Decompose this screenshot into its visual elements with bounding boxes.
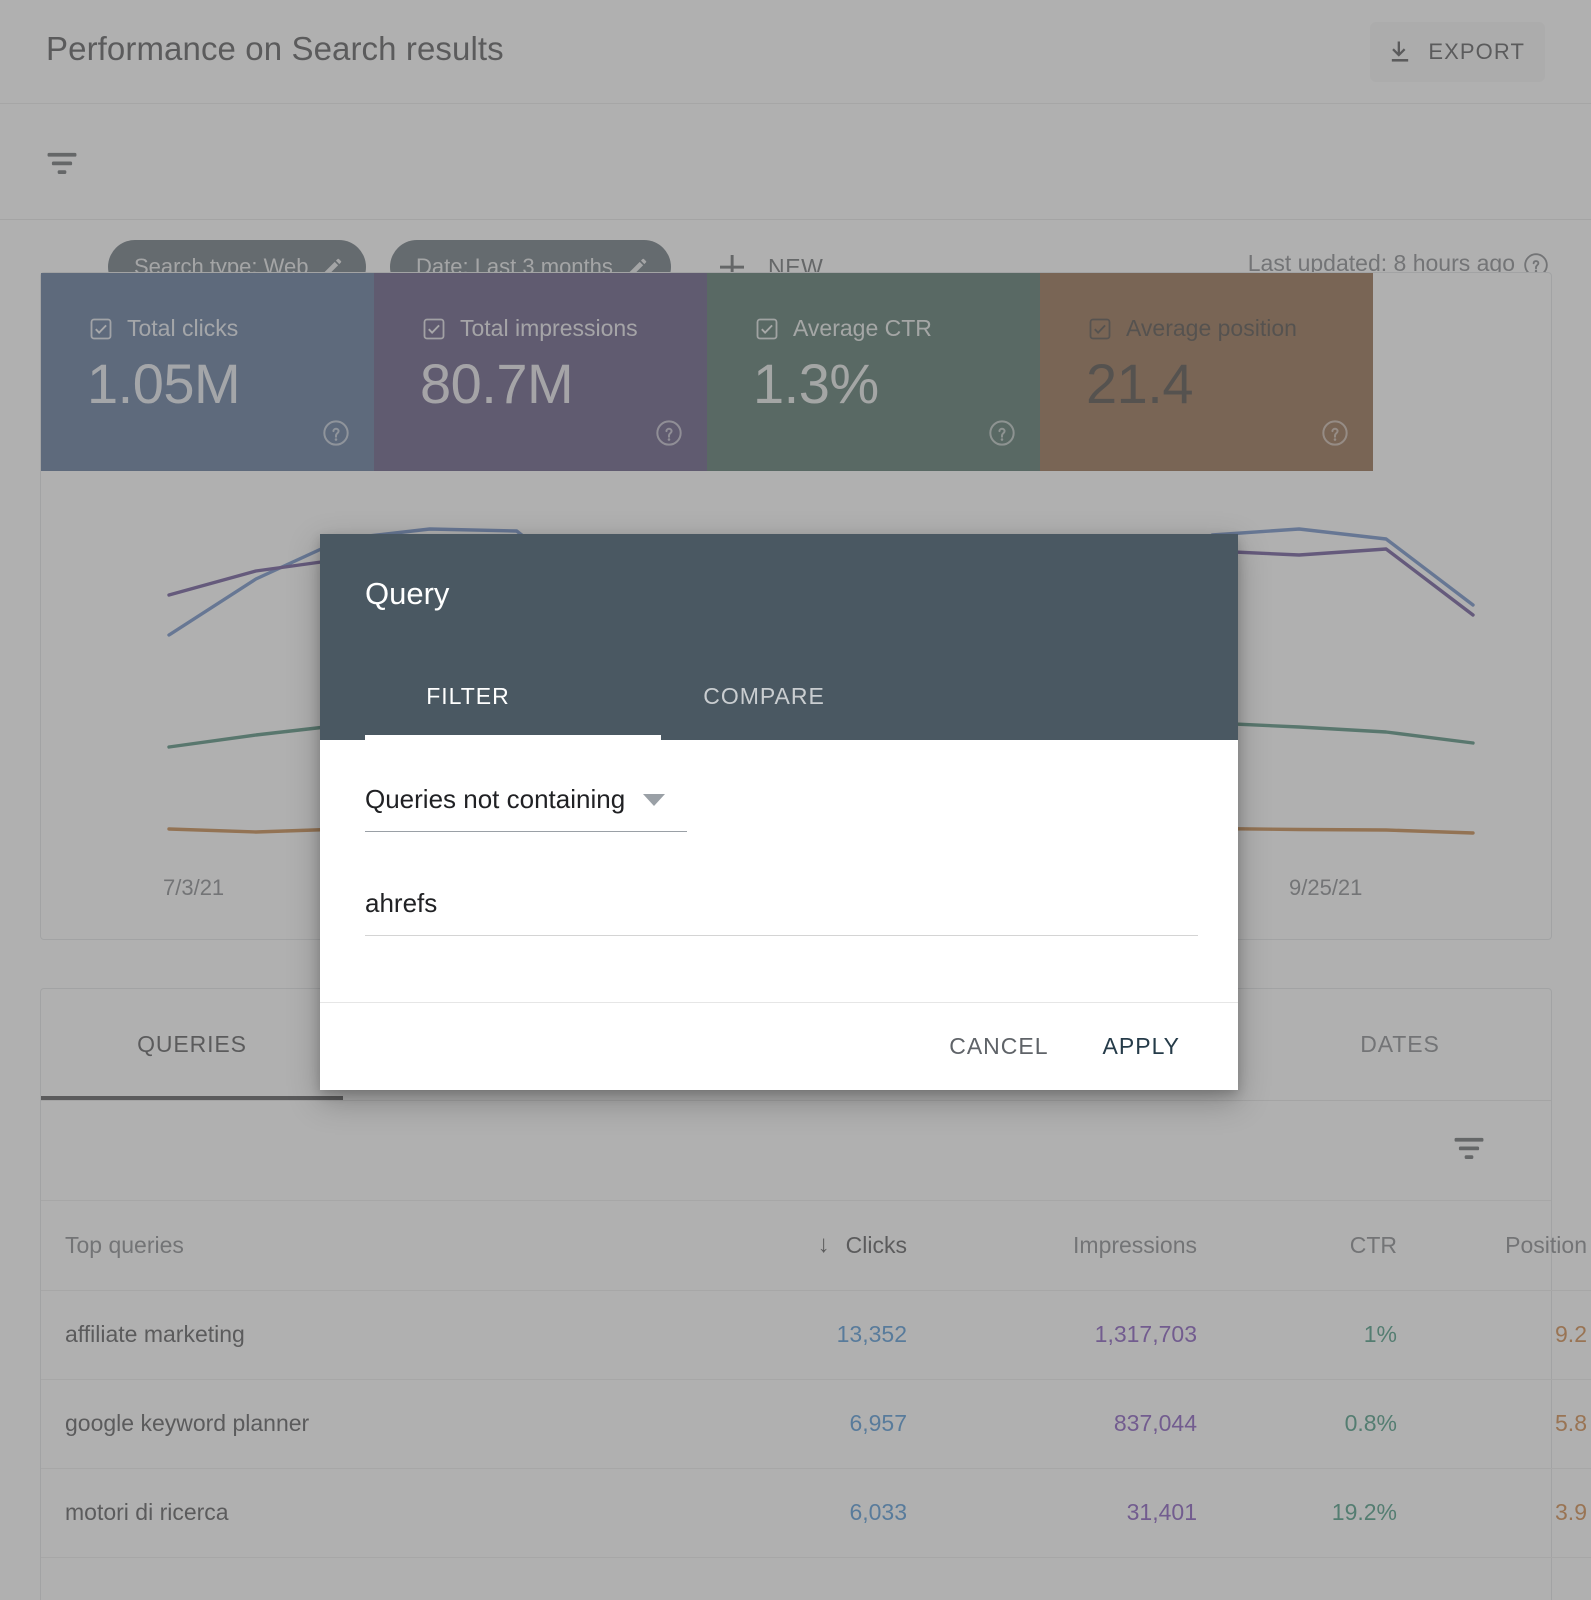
query-value-field[interactable]: ahrefs (365, 888, 1198, 936)
apply-button[interactable]: APPLY (1081, 1019, 1202, 1074)
query-value-text: ahrefs (365, 888, 1198, 935)
dialog-body: Queries not containing ahrefs (320, 740, 1238, 1002)
dialog-footer: CANCEL APPLY (320, 1002, 1238, 1090)
query-filter-dialog: Query FILTER COMPARE Queries not contain… (320, 534, 1238, 1090)
dialog-tab-filter[interactable]: FILTER (320, 652, 616, 740)
input-underline (365, 935, 1198, 936)
dialog-tabs: FILTER COMPARE (320, 652, 1238, 740)
app-root: Performance on Search results EXPORT Sea… (0, 0, 1591, 1600)
dialog-header: Query FILTER COMPARE (320, 534, 1238, 740)
caret-down-icon (643, 794, 665, 806)
cancel-button[interactable]: CANCEL (927, 1019, 1070, 1074)
dialog-tab-compare[interactable]: COMPARE (616, 652, 912, 740)
select-underline (365, 831, 687, 832)
query-match-type-select[interactable]: Queries not containing (365, 784, 687, 832)
query-match-type-value: Queries not containing (365, 784, 625, 815)
dialog-title: Query (365, 576, 449, 612)
